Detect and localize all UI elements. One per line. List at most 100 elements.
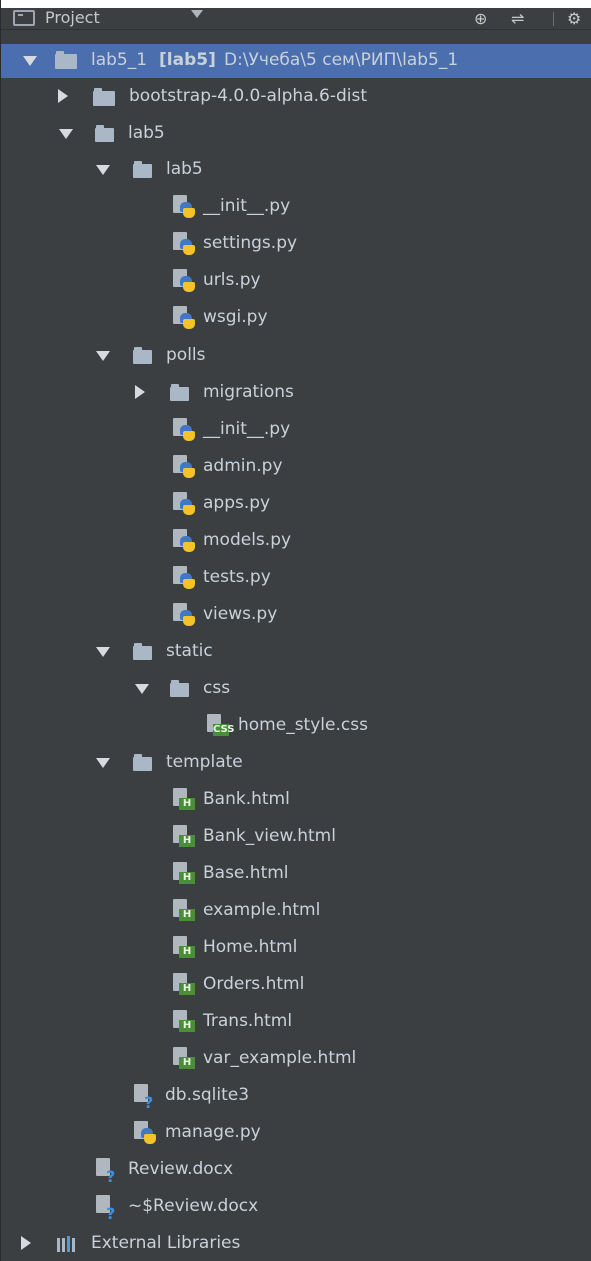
- project-toolbar: Project ⊕ ⇌ ⚙: [1, 8, 591, 30]
- tree-label: example.html: [203, 900, 321, 920]
- tree-row-external-libraries[interactable]: External Libraries: [1, 1227, 591, 1261]
- tree-label: db.sqlite3: [165, 1085, 250, 1105]
- tree-row-file[interactable]: H Orders.html: [1, 968, 591, 1002]
- tree-label: static: [166, 641, 213, 661]
- collapse-arrow-icon[interactable]: [135, 385, 145, 399]
- tree-row-file[interactable]: H var_example.html: [1, 1042, 591, 1076]
- tree-label: urls.py: [203, 270, 261, 290]
- project-view-icon: [13, 10, 35, 26]
- tree-row-file[interactable]: models.py: [1, 524, 591, 558]
- folder-icon: [133, 347, 152, 364]
- library-icon: [57, 1236, 79, 1252]
- collapse-arrow-icon[interactable]: [58, 89, 68, 103]
- tree-label: models.py: [203, 530, 292, 550]
- window-top-edge: [1, 0, 591, 8]
- tree-row-file[interactable]: H Trans.html: [1, 1005, 591, 1039]
- tree-label: lab5: [166, 159, 203, 179]
- tree-row-file[interactable]: settings.py: [1, 227, 591, 261]
- tree-row-css-folder[interactable]: css: [1, 672, 591, 706]
- tree-label: apps.py: [203, 493, 271, 513]
- tree-label: migrations: [203, 382, 294, 402]
- tree-row-file[interactable]: urls.py: [1, 264, 591, 298]
- tree-row-lab5[interactable]: lab5: [1, 117, 591, 151]
- tree-row-migrations[interactable]: migrations: [1, 376, 591, 410]
- folder-icon: [133, 754, 152, 771]
- folder-icon: [133, 161, 152, 178]
- folder-icon: [133, 643, 152, 660]
- tree-label: home_style.css: [238, 715, 368, 735]
- tree-row-polls[interactable]: polls: [1, 339, 591, 373]
- tree-row-file[interactable]: H Bank_view.html: [1, 820, 591, 854]
- expand-arrow-icon[interactable]: [96, 165, 110, 175]
- tree-row-file[interactable]: views.py: [1, 598, 591, 632]
- filter-icon[interactable]: ⇌: [511, 9, 524, 28]
- tree-row-file[interactable]: apps.py: [1, 487, 591, 521]
- tree-label: Base.html: [203, 863, 289, 883]
- expand-arrow-icon[interactable]: [96, 647, 110, 657]
- tree-label: __init__.py: [203, 419, 291, 439]
- tree-row-file[interactable]: H Home.html: [1, 931, 591, 965]
- gear-icon[interactable]: ⚙: [567, 9, 581, 28]
- tree-label: lab5: [128, 123, 165, 143]
- tree-row-file[interactable]: __init__.py: [1, 413, 591, 447]
- tree-label: Orders.html: [203, 974, 305, 994]
- python-file-icon: [173, 232, 197, 256]
- tree-label: settings.py: [203, 233, 298, 253]
- unknown-file-icon: ?: [96, 1158, 118, 1186]
- tree-label: views.py: [203, 604, 278, 624]
- project-view-title[interactable]: Project: [45, 8, 100, 27]
- folder-icon: [170, 384, 189, 401]
- tree-row-file[interactable]: H Base.html: [1, 857, 591, 891]
- tree-row-template[interactable]: template: [1, 746, 591, 780]
- expand-arrow-icon[interactable]: [96, 351, 110, 361]
- tree-row-lab5-package[interactable]: lab5: [1, 153, 591, 187]
- project-view-dropdown-icon[interactable]: [191, 10, 203, 18]
- tree-row-file[interactable]: CSS home_style.css: [1, 709, 591, 743]
- expand-arrow-icon[interactable]: [96, 758, 110, 768]
- tree-row-file[interactable]: admin.py: [1, 450, 591, 484]
- tree-row-file[interactable]: H Bank.html: [1, 783, 591, 817]
- tree-row-file[interactable]: wsgi.py: [1, 301, 591, 335]
- python-file-icon: [173, 455, 197, 479]
- tree-label: manage.py: [165, 1122, 261, 1142]
- tree-row-file[interactable]: manage.py: [1, 1116, 591, 1150]
- html-file-icon: H: [173, 1047, 195, 1071]
- tree-label: Bank.html: [203, 789, 290, 809]
- expand-arrow-icon[interactable]: [23, 56, 37, 66]
- tree-label: admin.py: [203, 456, 283, 476]
- python-file-icon: [173, 603, 197, 627]
- target-icon[interactable]: ⊕: [474, 9, 487, 28]
- expand-arrow-icon[interactable]: [59, 129, 73, 139]
- root-module: [lab5]: [159, 50, 216, 70]
- python-file-icon: [173, 306, 197, 330]
- root-path: D:\Учеба\5 сем\РИП\lab5_1: [224, 50, 459, 70]
- tree-label: tests.py: [203, 567, 271, 587]
- folder-icon: [170, 680, 189, 697]
- tree-row-static[interactable]: static: [1, 635, 591, 669]
- tree-label: var_example.html: [203, 1048, 357, 1068]
- css-file-icon: CSS: [207, 714, 234, 738]
- python-file-icon: [173, 566, 197, 590]
- unknown-file-icon: ?: [134, 1084, 156, 1112]
- tree-row-file[interactable]: ? ~$Review.docx: [1, 1190, 591, 1224]
- tree-row-file[interactable]: H example.html: [1, 894, 591, 928]
- tree-label: template: [166, 752, 243, 772]
- python-file-icon: [173, 195, 197, 219]
- tree-label: bootstrap-4.0.0-alpha.6-dist: [129, 86, 368, 106]
- expand-arrow-icon[interactable]: [135, 684, 149, 694]
- tree-row-file[interactable]: __init__.py: [1, 190, 591, 224]
- tree-row-root[interactable]: lab5_1 [lab5] D:\Учеба\5 сем\РИП\lab5_1: [1, 44, 591, 78]
- html-file-icon: H: [173, 899, 195, 923]
- tree-label: Home.html: [203, 937, 298, 957]
- collapse-arrow-icon[interactable]: [21, 1236, 31, 1250]
- tree-row-file[interactable]: ? Review.docx: [1, 1153, 591, 1187]
- folder-icon: [95, 125, 114, 142]
- tree-label: css: [203, 678, 231, 698]
- tree-row-file[interactable]: ? db.sqlite3: [1, 1079, 591, 1113]
- toolbar-separator: [553, 12, 554, 26]
- tree-row-file[interactable]: tests.py: [1, 561, 591, 595]
- tree-label: polls: [166, 345, 206, 365]
- tree-label: Review.docx: [128, 1159, 234, 1179]
- tree-row-bootstrap[interactable]: bootstrap-4.0.0-alpha.6-dist: [1, 80, 591, 114]
- html-file-icon: H: [173, 973, 195, 997]
